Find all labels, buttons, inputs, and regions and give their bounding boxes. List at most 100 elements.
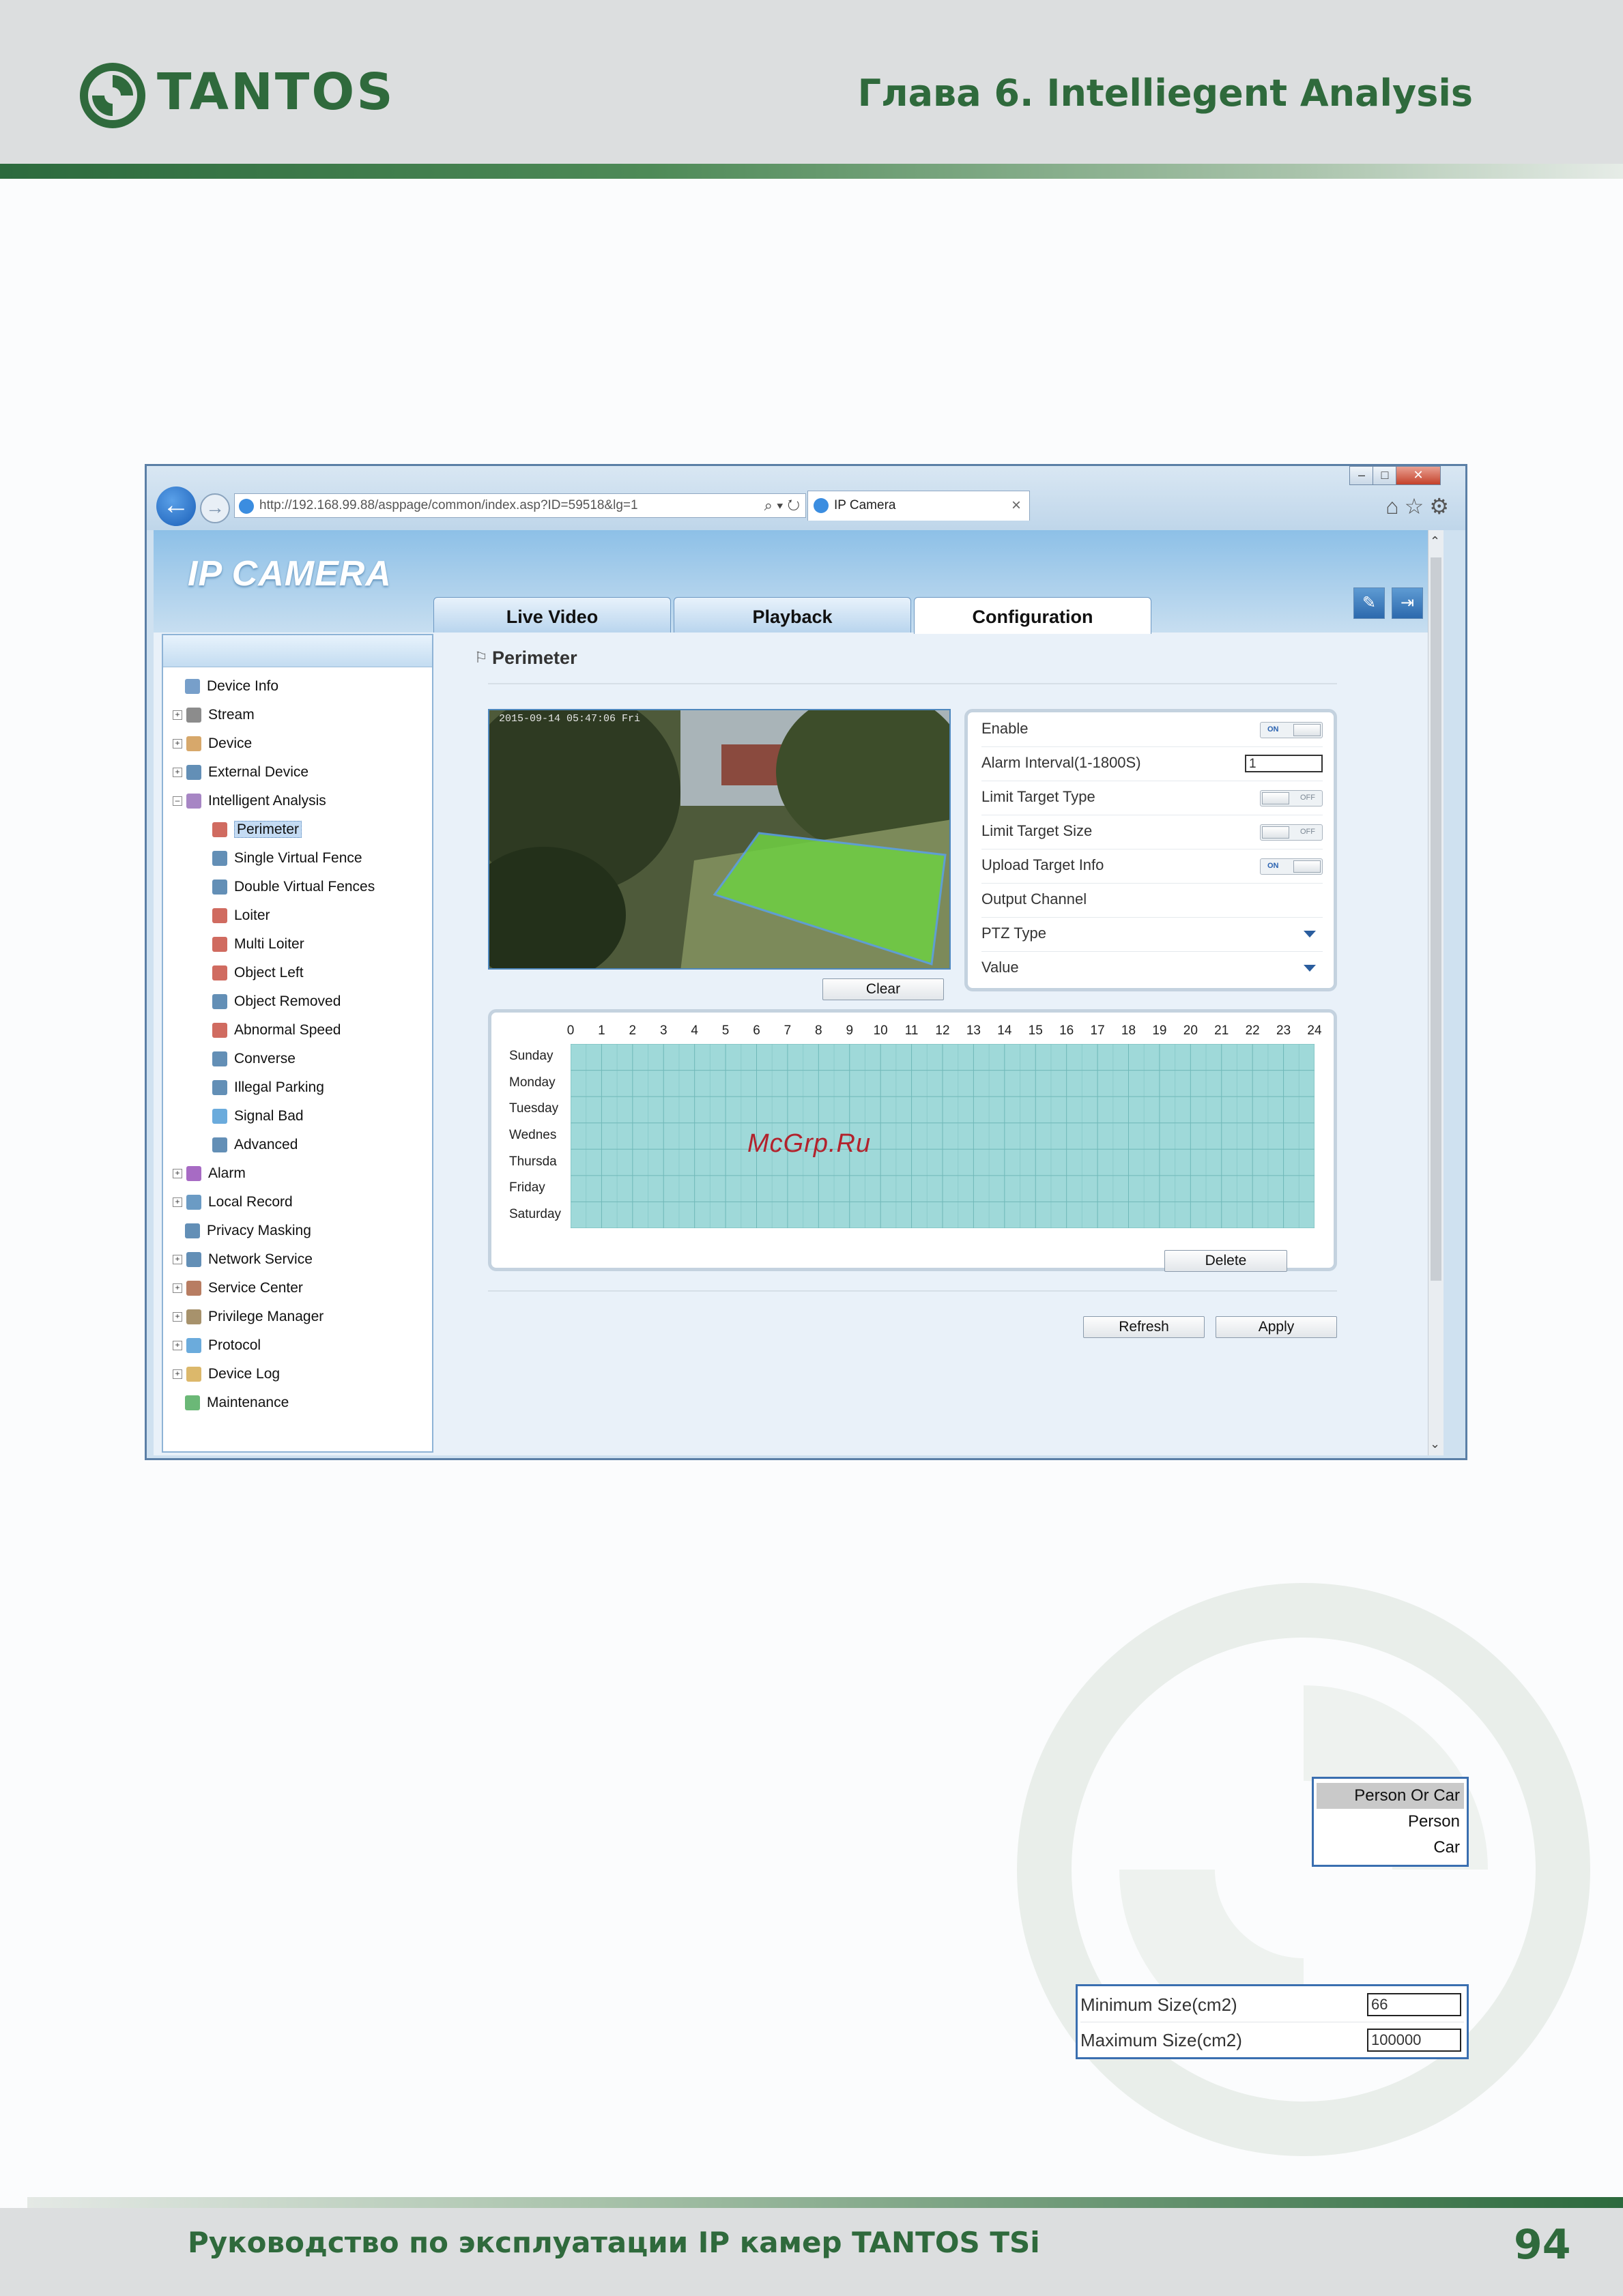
- enable-row: Enable ON: [981, 712, 1323, 747]
- sidebar-item-device[interactable]: + Device: [173, 733, 252, 754]
- advanced-icon: [212, 1137, 227, 1153]
- signal-icon: [212, 1109, 227, 1124]
- chevron-up-icon[interactable]: ⌃: [1430, 534, 1440, 549]
- apply-button[interactable]: Apply: [1216, 1316, 1337, 1338]
- option-person[interactable]: Person: [1317, 1809, 1464, 1835]
- tree-expander-icon[interactable]: +: [173, 1283, 182, 1294]
- scrollbar-thumb[interactable]: [1431, 557, 1441, 1281]
- output-channel-row: Output Channel: [981, 883, 1323, 918]
- alarm-interval-input[interactable]: 1: [1245, 755, 1323, 772]
- minimize-button[interactable]: –: [1349, 466, 1374, 485]
- upload-target-info-toggle[interactable]: ON: [1260, 858, 1323, 875]
- sidebar-item-network-service[interactable]: + Network Service: [173, 1249, 313, 1270]
- schedule-grid[interactable]: [571, 1044, 1315, 1228]
- sidebar-item-intelligent-analysis[interactable]: – Intelligent Analysis: [173, 791, 326, 811]
- home-star-gear-icon[interactable]: ⌂☆⚙: [1385, 493, 1454, 519]
- sidebar-item-service-center[interactable]: + Service Center: [173, 1278, 303, 1298]
- browser-tab[interactable]: IP Camera ×: [807, 491, 1030, 521]
- video-preview[interactable]: 2015-09-14 05:47:06 Fri: [488, 709, 951, 970]
- sidebar-item-converse[interactable]: Converse: [212, 1049, 296, 1069]
- tree-expander-icon[interactable]: +: [173, 739, 182, 749]
- search-refresh-icon[interactable]: ⌕ ▾ ↻: [764, 494, 800, 517]
- sidebar-item-label: Advanced: [234, 1137, 298, 1152]
- limit-target-type-toggle[interactable]: OFF: [1260, 790, 1323, 806]
- sidebar-item-device-log[interactable]: + Device Log: [173, 1364, 280, 1384]
- forward-arrow-icon[interactable]: →: [200, 493, 230, 523]
- sidebar-item-device-info[interactable]: Device Info: [173, 676, 278, 697]
- sidebar-item-advanced[interactable]: Advanced: [212, 1135, 298, 1155]
- sidebar-item-loiter[interactable]: Loiter: [212, 905, 270, 926]
- sidebar-item-object-left[interactable]: Object Left: [212, 963, 304, 983]
- scrollbar[interactable]: ⌃ ⌄: [1428, 530, 1444, 1455]
- chevron-down-icon[interactable]: [1304, 931, 1316, 938]
- max-size-input[interactable]: 100000: [1367, 2029, 1461, 2052]
- clear-button[interactable]: Clear: [822, 978, 944, 1000]
- tab-live-video[interactable]: Live Video: [433, 597, 671, 633]
- sidebar-item-abnormal-speed[interactable]: Abnormal Speed: [212, 1020, 341, 1041]
- sidebar-item-protocol[interactable]: + Protocol: [173, 1335, 261, 1356]
- tab-configuration[interactable]: Configuration: [914, 597, 1151, 634]
- chevron-down-icon[interactable]: ⌄: [1430, 1437, 1440, 1451]
- multi-loiter-icon: [212, 937, 227, 953]
- enable-toggle[interactable]: ON: [1260, 722, 1323, 738]
- sidebar-item-signal-bad[interactable]: Signal Bad: [212, 1106, 304, 1127]
- sidebar-item-label: Abnormal Speed: [234, 1022, 341, 1038]
- close-window-button[interactable]: ✕: [1396, 466, 1441, 485]
- schedule-day-label: Monday: [509, 1075, 556, 1090]
- sidebar-item-perimeter[interactable]: Perimeter: [212, 819, 302, 840]
- maximize-button[interactable]: □: [1373, 466, 1397, 485]
- sidebar-item-external-device[interactable]: + External Device: [173, 762, 308, 783]
- footer-text: Руководство по эксплуатации IP камер TAN…: [188, 2226, 1040, 2259]
- sidebar-item-multi-loiter[interactable]: Multi Loiter: [212, 934, 304, 955]
- tab-close-icon[interactable]: ×: [1011, 491, 1021, 520]
- value-row[interactable]: Value: [981, 951, 1323, 985]
- tree-expander-icon[interactable]: +: [173, 1341, 182, 1351]
- target-type-dropdown[interactable]: Person Or Car Person Car: [1312, 1777, 1469, 1867]
- min-size-input[interactable]: 66: [1367, 1993, 1461, 2016]
- option-car[interactable]: Car: [1317, 1835, 1464, 1861]
- schedule-hour-label: 9: [846, 1023, 854, 1038]
- schedule-hour-label: 15: [1028, 1023, 1043, 1038]
- sidebar-item-label: Protocol: [208, 1337, 261, 1353]
- sidebar-item-alarm[interactable]: + Alarm: [173, 1163, 246, 1184]
- toggle-state: ON: [1267, 725, 1279, 733]
- sidebar-item-maintenance[interactable]: Maintenance: [173, 1393, 289, 1413]
- sidebar-item-privacy-masking[interactable]: Privacy Masking: [173, 1221, 311, 1241]
- tree-expander-icon[interactable]: +: [173, 1197, 182, 1208]
- option-person-or-car[interactable]: Person Or Car: [1317, 1783, 1464, 1809]
- analysis-icon: [186, 794, 201, 809]
- ptz-type-row[interactable]: PTZ Type: [981, 917, 1323, 952]
- tree-expander-icon[interactable]: +: [173, 1169, 182, 1179]
- address-bar[interactable]: http://192.168.99.88/asppage/common/inde…: [234, 493, 806, 518]
- tab-playback[interactable]: Playback: [674, 597, 911, 633]
- refresh-button[interactable]: Refresh: [1083, 1316, 1205, 1338]
- delete-button[interactable]: Delete: [1164, 1250, 1287, 1272]
- tree-expander-icon[interactable]: +: [173, 1255, 182, 1265]
- ie-tab-icon: [814, 498, 829, 513]
- sidebar-item-object-removed[interactable]: Object Removed: [212, 991, 341, 1012]
- back-arrow-icon[interactable]: ←: [156, 486, 196, 526]
- perimeter-title-icon: ⚐: [474, 649, 488, 666]
- tree-expander-icon[interactable]: +: [173, 768, 182, 778]
- tree-expander-icon[interactable]: –: [173, 796, 182, 806]
- sidebar-item-privilege-manager[interactable]: + Privilege Manager: [173, 1307, 324, 1327]
- tree-expander-icon[interactable]: +: [173, 710, 182, 721]
- tree-expander-icon[interactable]: +: [173, 1312, 182, 1322]
- limit-target-size-toggle[interactable]: OFF: [1260, 824, 1323, 841]
- sidebar-item-single-virtual-fence[interactable]: Single Virtual Fence: [212, 848, 362, 869]
- sidebar-item-double-virtual-fences[interactable]: Double Virtual Fences: [212, 877, 375, 897]
- logout-icon[interactable]: ⇥: [1392, 587, 1423, 619]
- sidebar-item-local-record[interactable]: + Local Record: [173, 1192, 293, 1212]
- divider: [488, 1290, 1337, 1292]
- enable-label: Enable: [981, 720, 1029, 737]
- chevron-down-icon[interactable]: [1304, 965, 1316, 972]
- sidebar-item-stream[interactable]: + Stream: [173, 705, 255, 725]
- sidebar-item-illegal-parking[interactable]: Illegal Parking: [212, 1077, 324, 1098]
- tree-expander-icon[interactable]: +: [173, 1369, 182, 1380]
- toggle-state: ON: [1267, 862, 1279, 870]
- edit-user-icon[interactable]: ✎: [1353, 587, 1385, 619]
- stream-icon: [186, 708, 201, 723]
- loiter-icon: [212, 908, 227, 924]
- converse-icon: [212, 1051, 227, 1067]
